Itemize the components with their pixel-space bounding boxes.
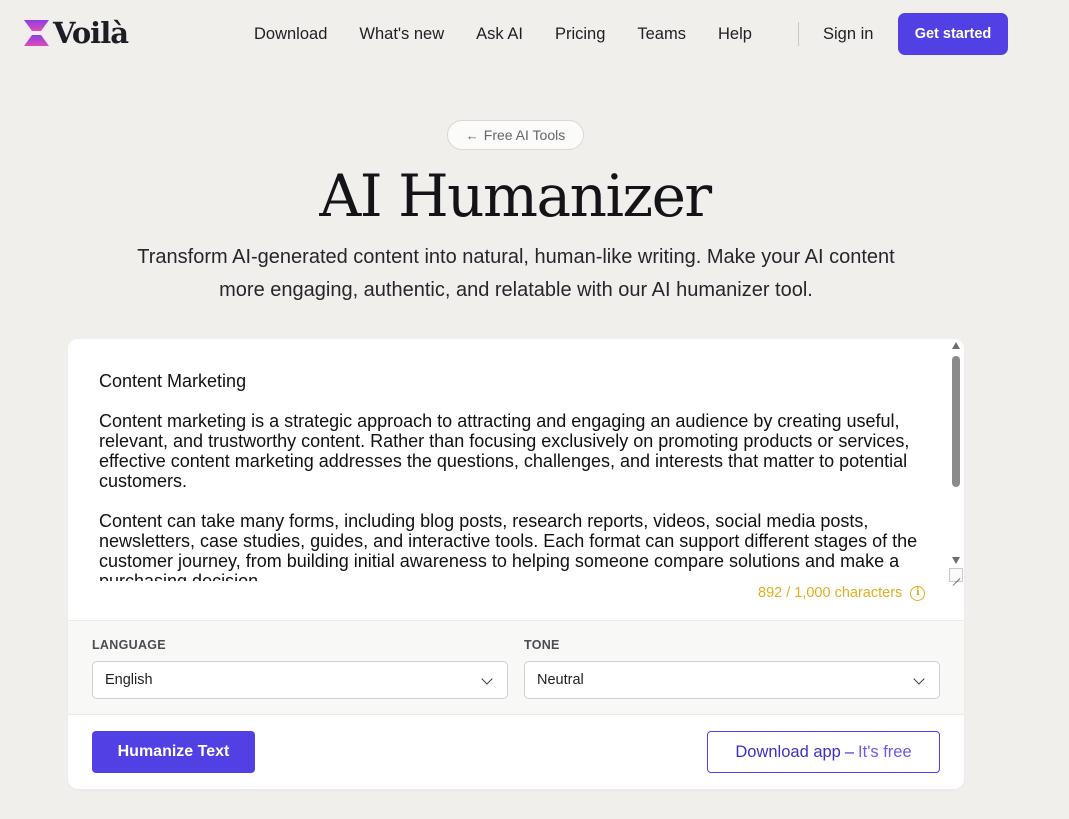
page-subtitle: Transform AI-generated content into natu… bbox=[137, 246, 895, 301]
resize-handle-icon[interactable] bbox=[949, 568, 963, 582]
character-count-text: 892 / 1,000 characters bbox=[758, 585, 903, 601]
nav-link-help[interactable]: Help bbox=[718, 22, 752, 46]
page-title: AI Humanizer bbox=[319, 162, 712, 230]
top-nav: Voilà Download What's new Ask AI Pricing… bbox=[0, 0, 1069, 68]
content-textarea[interactable]: Content Marketing Content marketing is a… bbox=[68, 339, 964, 620]
nav-link-teams[interactable]: Teams bbox=[637, 22, 686, 46]
info-icon[interactable]: i bbox=[910, 585, 926, 601]
options-bar: LANGUAGE English TONE Neutral bbox=[68, 620, 964, 715]
back-to-free-ai-tools-link[interactable]: ← Free AI Tools bbox=[447, 120, 584, 150]
chevron-down-icon bbox=[481, 673, 493, 685]
nav-link-ask-ai[interactable]: Ask AI bbox=[476, 22, 523, 46]
get-started-button[interactable]: Get started bbox=[898, 13, 1008, 55]
download-app-button[interactable]: Download app – It's free bbox=[707, 731, 940, 773]
nav-link-pricing[interactable]: Pricing bbox=[555, 22, 605, 46]
scroll-down-arrow-icon[interactable] bbox=[952, 557, 960, 564]
brand-name: Voilà bbox=[53, 16, 129, 50]
tone-selected-value: Neutral bbox=[537, 672, 584, 688]
download-dash: – bbox=[844, 742, 855, 761]
humanize-text-button[interactable]: Humanize Text bbox=[92, 731, 255, 773]
back-link-label: Free AI Tools bbox=[483, 127, 566, 143]
text-paragraph: Content Marketing bbox=[99, 371, 247, 391]
brand-logo[interactable]: Voilà bbox=[24, 16, 129, 50]
arrow-left-icon: ← bbox=[465, 127, 479, 143]
download-app-label: Download app bbox=[735, 742, 841, 761]
sign-in-link[interactable]: Sign in bbox=[823, 22, 873, 46]
textarea-content[interactable]: Content Marketing Content marketing is a… bbox=[99, 371, 929, 581]
humanizer-card: Content Marketing Content marketing is a… bbox=[68, 339, 964, 789]
scroll-up-arrow-icon[interactable] bbox=[952, 342, 960, 349]
language-select[interactable]: English bbox=[92, 661, 508, 699]
nav-link-download[interactable]: Download bbox=[254, 22, 327, 46]
nav-link-whats-new[interactable]: What's new bbox=[359, 22, 444, 46]
tone-select[interactable]: Neutral bbox=[524, 661, 940, 699]
nav-links: Download What's new Ask AI Pricing Teams… bbox=[254, 22, 752, 46]
scrollbar-thumb[interactable] bbox=[952, 356, 960, 487]
character-count: 892 / 1,000 characters i bbox=[758, 584, 926, 602]
language-label: LANGUAGE bbox=[92, 638, 166, 652]
its-free-label: It's free bbox=[858, 742, 912, 761]
tone-label: TONE bbox=[524, 638, 560, 652]
nav-divider bbox=[798, 22, 799, 46]
text-paragraph: Content marketing is a strategic approac… bbox=[99, 411, 910, 491]
text-paragraph: Content can take many forms, including b… bbox=[99, 511, 918, 581]
chevron-down-icon bbox=[913, 673, 925, 685]
textarea-scrollbar[interactable] bbox=[950, 341, 962, 567]
language-selected-value: English bbox=[105, 672, 153, 688]
voila-logo-icon bbox=[24, 20, 49, 46]
